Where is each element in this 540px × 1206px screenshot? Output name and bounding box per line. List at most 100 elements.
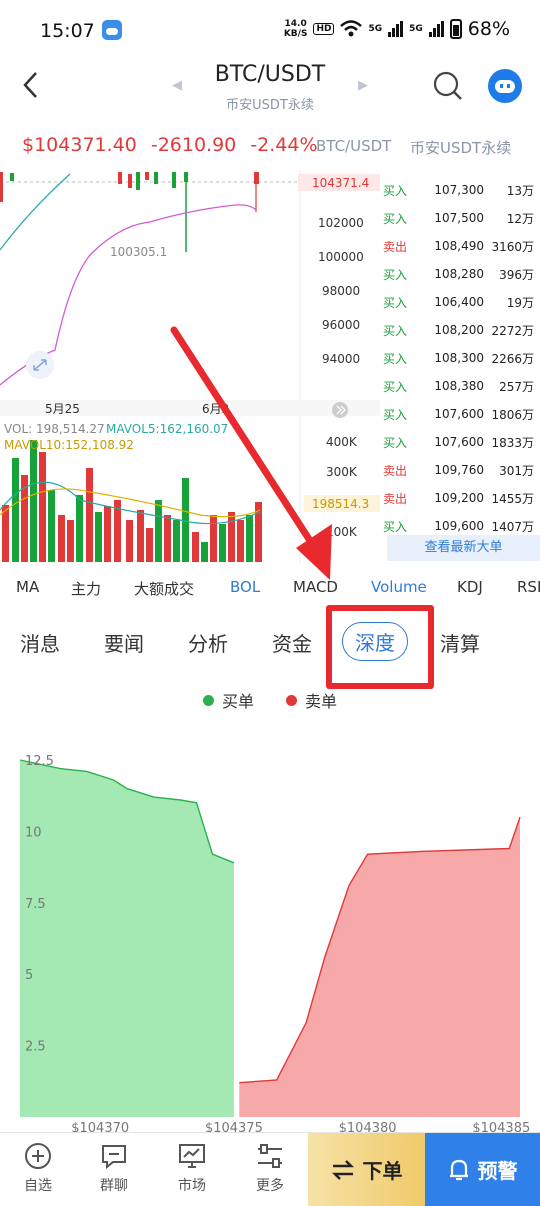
network-speed: 14.0 KB/S: [283, 19, 308, 39]
status-indicators: 14.0 KB/S HD 5G 5G 68%: [284, 18, 510, 40]
annotation-arrow: [170, 326, 332, 580]
network-type-1: 5G: [368, 24, 383, 34]
trade-row: 买入 108,200 2272万: [380, 316, 540, 344]
trade-qty: 12万: [506, 211, 534, 226]
depth-area-buy: [20, 760, 234, 1117]
large-trades-list: 买入 107,300 13万 买入 107,500 12万 卖出 108,490 3160万 买入…: [380, 176, 540, 540]
battery-icon: [449, 19, 462, 39]
indicator-tab[interactable]: Volume: [371, 578, 427, 596]
search-icon: [433, 71, 462, 100]
place-order-button[interactable]: 下单: [308, 1133, 425, 1206]
kline-price-tag: 104371.4: [312, 176, 369, 190]
wifi-icon: [340, 20, 363, 37]
category-tabs: 消息 要闻 分析 资金 深度 清算: [0, 618, 540, 666]
trade-type: 买入: [383, 267, 408, 282]
depth-y-label: 7.5: [25, 897, 46, 912]
kline-y-label-2: 100000: [318, 250, 364, 264]
plus-circle-icon: [25, 1143, 51, 1169]
trade-price: 108,300: [434, 351, 484, 365]
next-pair-button[interactable]: ▶: [358, 78, 368, 93]
price-change: -2610.90: [150, 134, 237, 156]
price-alert-button[interactable]: 预警: [425, 1133, 540, 1206]
trade-row: 卖出 109,760 301万: [380, 456, 540, 484]
trade-qty: 396万: [499, 267, 534, 282]
trade-price: 108,380: [434, 379, 484, 393]
trade-price: 107,600: [434, 407, 484, 421]
indicator-tab[interactable]: RSI: [517, 578, 540, 596]
category-tab[interactable]: 消息: [20, 628, 60, 657]
kline-y-label-1: 102000: [318, 216, 364, 230]
hd-icon: HD: [313, 23, 335, 35]
trade-type: 买入: [383, 211, 408, 226]
assistant-avatar-button[interactable]: [488, 69, 522, 103]
trade-type: 卖出: [383, 463, 408, 478]
trade-price: 108,200: [434, 323, 484, 337]
status-bar: 15:07 14.0 KB/S HD 5G 5G 68%: [0, 0, 540, 62]
kline-y-label-3: 98000: [322, 284, 360, 298]
trade-qty: 2272万: [491, 323, 534, 338]
mavol10-label: MAVOL10:152,108.92: [4, 438, 134, 452]
trade-type: 买入: [383, 435, 408, 450]
price-change-pct: -2.44%: [250, 134, 318, 156]
trade-qty: 257万: [499, 379, 534, 394]
trade-price: 109,600: [434, 519, 484, 533]
depth-y-label: 5: [25, 968, 33, 983]
nav-market[interactable]: 市场: [162, 1141, 222, 1195]
price-pair-label: BTC/USDT: [316, 137, 392, 155]
trade-qty: 13万: [506, 183, 534, 198]
trade-row: 买入 107,600 1833万: [380, 428, 540, 456]
trade-type: 买入: [383, 295, 408, 310]
trade-row: 买入 108,300 2266万: [380, 344, 540, 372]
trade-qty: 1455万: [491, 491, 534, 506]
trade-row: 买入 108,280 396万: [380, 260, 540, 288]
trade-price: 109,200: [434, 491, 484, 505]
network-type-2: 5G: [409, 24, 423, 34]
signal-icon-2: [428, 21, 444, 37]
vol-value-label: VOL: 198,514.27: [4, 422, 105, 436]
legend-buy: 买单: [202, 688, 254, 712]
trade-type: 买入: [383, 183, 408, 198]
search-button[interactable]: [432, 70, 464, 102]
trade-type: 买入: [383, 379, 408, 394]
depth-chart[interactable]: 2.557.51012.5$104370 $104375 $104380 $10438…: [0, 740, 540, 1140]
trade-qty: 19万: [506, 295, 534, 310]
trade-qty: 1407万: [491, 519, 534, 534]
price-exchange-label: 币安USDT永续: [410, 139, 512, 157]
kline-x-label-1: 5月25: [45, 402, 80, 416]
trade-price: 108,280: [434, 267, 484, 281]
trade-row: 买入 107,600 1806万: [380, 400, 540, 428]
indicator-tab[interactable]: KDJ: [457, 578, 483, 596]
last-price: $104371.40: [22, 134, 137, 156]
indicator-tab[interactable]: 主力: [71, 578, 101, 599]
bell-icon: [449, 1159, 468, 1180]
category-tab[interactable]: 资金: [272, 628, 312, 657]
trade-row: 买入 108,380 257万: [380, 372, 540, 400]
price-summary: $104371.40 -2610.90 -2.44%: [22, 134, 318, 156]
trade-row: 买入 107,500 12万: [380, 204, 540, 232]
nav-more[interactable]: 更多: [240, 1141, 300, 1195]
trade-price: 109,760: [434, 463, 484, 477]
trade-row: 买入 106,400 19万: [380, 288, 540, 316]
indicator-tab[interactable]: MA: [16, 578, 39, 596]
trade-type: 卖出: [383, 239, 408, 254]
view-latest-trades-button[interactable]: 查看最新大单: [387, 535, 540, 561]
signal-icon: [388, 21, 404, 37]
category-tab[interactable]: 清算: [440, 628, 480, 657]
trade-type: 买入: [383, 407, 408, 422]
trade-type: 卖出: [383, 491, 408, 506]
trade-qty: 2266万: [491, 351, 534, 366]
depth-legend: 买单 卖单: [0, 688, 540, 712]
kline-low-label: 100305.1: [110, 245, 167, 259]
chart-monitor-icon: [179, 1144, 205, 1168]
trade-qty: 301万: [499, 463, 534, 478]
nav-group-chat[interactable]: 群聊: [84, 1141, 144, 1195]
nav-watchlist[interactable]: 自选: [8, 1141, 68, 1195]
trade-price: 106,400: [434, 295, 484, 309]
category-tab[interactable]: 要闻: [104, 628, 144, 657]
category-tab[interactable]: 分析: [188, 628, 228, 657]
trade-row: 卖出 109,200 1455万: [380, 484, 540, 512]
trade-qty: 3160万: [491, 239, 534, 254]
trade-row: 卖出 108,490 3160万: [380, 232, 540, 260]
highlight-box: [326, 605, 434, 689]
swap-icon: [331, 1159, 354, 1180]
